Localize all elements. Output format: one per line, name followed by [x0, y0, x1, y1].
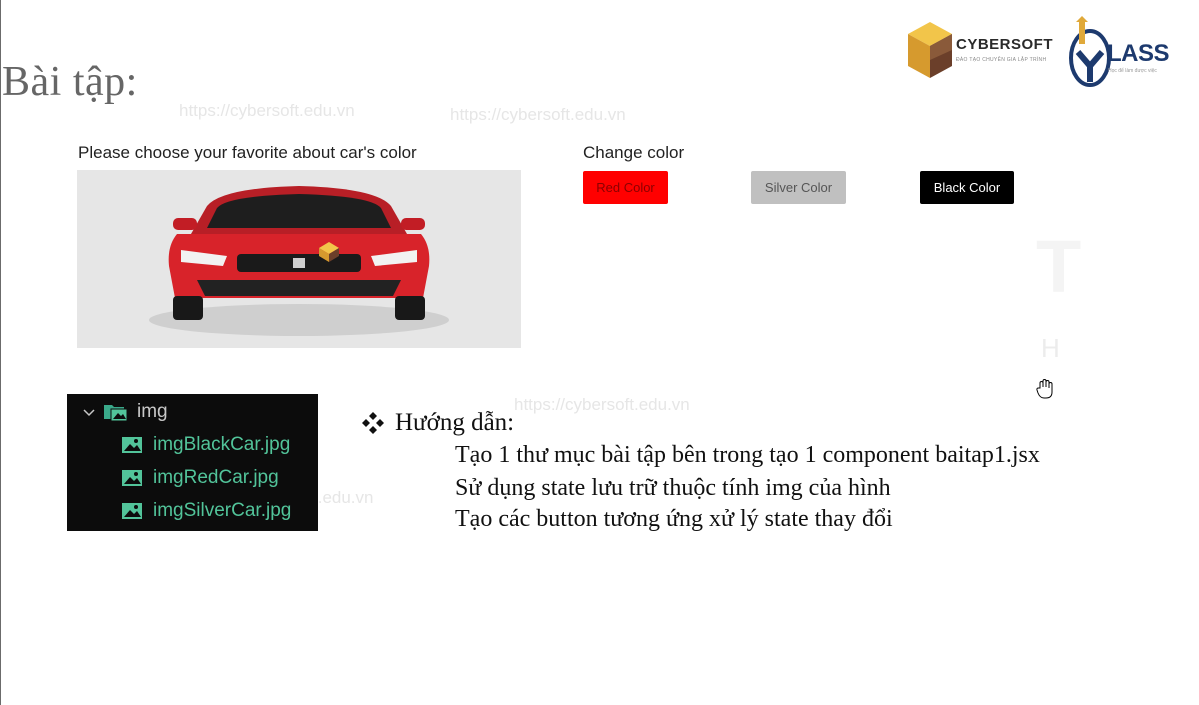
car-image [77, 170, 521, 348]
silver-color-button[interactable]: Silver Color [751, 171, 846, 204]
file-name: imgRedCar.jpg [153, 467, 279, 488]
cybersoft-name: CYBERSOFT [956, 36, 1054, 53]
red-car-icon [149, 186, 449, 336]
red-color-button[interactable]: Red Color [583, 171, 668, 204]
image-file-icon [122, 437, 142, 453]
hand-cursor-icon [1036, 379, 1053, 399]
file-row[interactable]: imgBlackCar.jpg [121, 431, 290, 459]
file-row[interactable]: imgSilverCar.jpg [121, 497, 291, 525]
cybersoft-logo: CYBERSOFT ĐÀO TẠO CHUYÊN GIA LẬP TRÌNH [906, 20, 1058, 82]
guide-line: Sử dụng state lưu trữ thuộc tính img của… [455, 475, 891, 501]
guide-line: Tạo các button tương ứng xử lý state tha… [455, 506, 893, 532]
folder-row[interactable]: img [81, 398, 168, 426]
demo-heading: Please choose your favorite about car's … [78, 143, 417, 162]
guide-heading-text: Hướng dẫn: [395, 409, 515, 436]
chevron-down-icon [83, 409, 95, 417]
watermark: t.edu.vn [313, 488, 374, 507]
image-file-icon [122, 470, 142, 486]
change-color-label: Change color [583, 143, 685, 162]
slide-left-border [0, 0, 1, 705]
myclass-tagline: Học để làm được việc [1108, 68, 1157, 74]
ghost-letter: H [1041, 333, 1060, 363]
slide-title: Bài tập: [2, 59, 138, 105]
image-folder-icon [104, 405, 128, 422]
ghost-letter: T [1036, 225, 1082, 308]
black-color-button[interactable]: Black Color [920, 171, 1014, 204]
cybersoft-tagline: ĐÀO TẠO CHUYÊN GIA LẬP TRÌNH [956, 57, 1047, 63]
file-row[interactable]: imgRedCar.jpg [121, 464, 279, 492]
diamond-bullet-icon [362, 412, 384, 434]
file-name: imgSilverCar.jpg [153, 500, 292, 521]
myclass-name: LASS [1107, 40, 1170, 67]
watermark: https://cybersoft.edu.vn [179, 101, 355, 120]
folder-name: img [137, 401, 168, 422]
file-name: imgBlackCar.jpg [153, 434, 291, 455]
image-file-icon [122, 503, 142, 519]
watermark: https://cybersoft.edu.vn [514, 395, 690, 414]
guide-line: Tạo 1 thư mục bài tập bên trong tạo 1 co… [455, 442, 1040, 468]
watermark: https://cybersoft.edu.vn [450, 105, 626, 124]
myclass-logo: LASS Học để làm được việc [1066, 14, 1170, 88]
guide-heading: Hướng dẫn: [361, 409, 514, 437]
cube-icon [908, 22, 952, 78]
file-tree-panel: img imgBlackCar.jpg imgRedCar.jpg imgSil… [67, 394, 318, 531]
